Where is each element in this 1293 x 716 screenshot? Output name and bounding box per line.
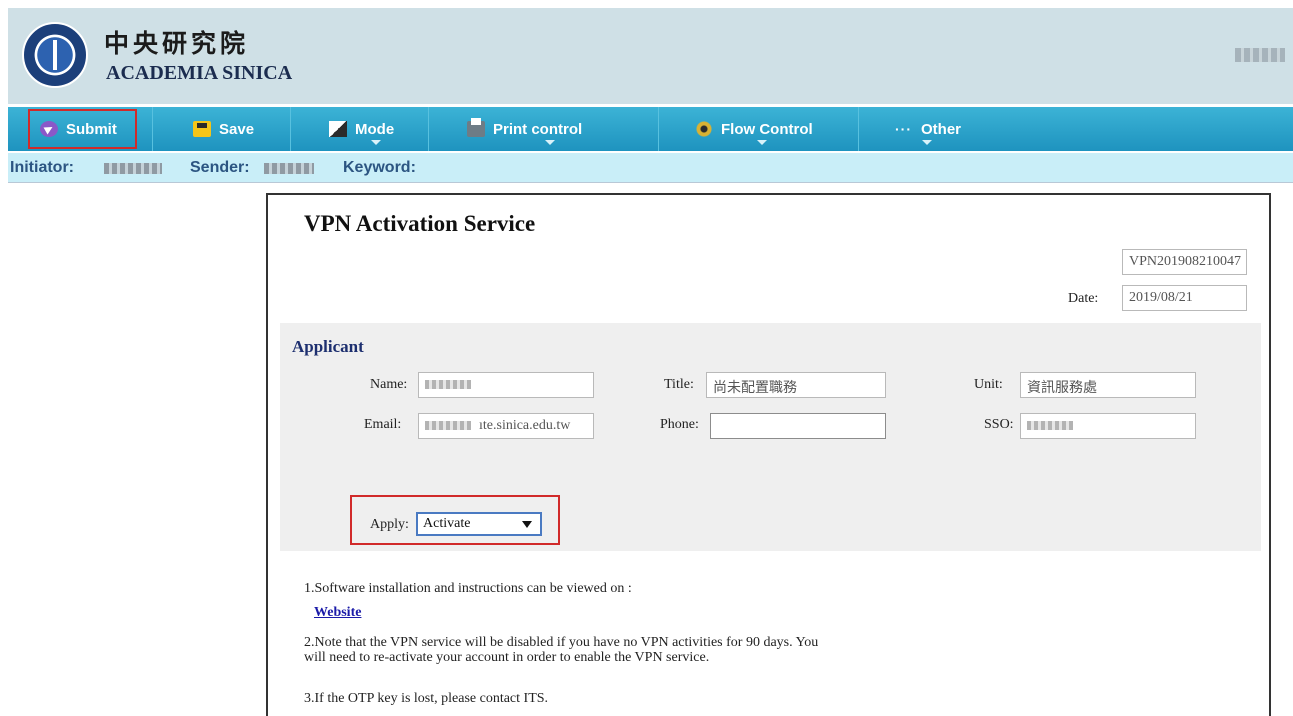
document-info-bar: Initiator: Sender: Keyword: — [8, 153, 1293, 183]
title-field: 尚未配置職務 — [706, 372, 886, 398]
chevron-down-icon — [757, 140, 767, 145]
printer-icon — [467, 118, 485, 137]
app-header: 中央研究院 ACADEMIA SINICA — [8, 8, 1293, 104]
chevron-down-icon — [922, 140, 932, 145]
dropdown-arrow-icon — [522, 521, 532, 528]
user-name-redacted — [1235, 48, 1285, 62]
email-field: ıte.sinica.edu.tw — [418, 413, 594, 439]
flow-control-menu[interactable]: Flow Control — [659, 107, 859, 151]
website-link[interactable]: Website — [314, 605, 361, 621]
apply-label: Apply: — [370, 517, 409, 532]
applicant-section-title: Applicant — [292, 337, 364, 356]
print-control-menu[interactable]: Print control — [429, 107, 659, 151]
note-1: 1.Software installation and instructions… — [304, 581, 632, 596]
email-redacted — [425, 421, 471, 431]
unit-label: Unit: — [974, 377, 1003, 392]
print-control-label: Print control — [493, 120, 583, 138]
floppy-disk-icon — [193, 121, 211, 137]
note-3: 3.If the OTP key is lost, please contact… — [304, 691, 549, 706]
mode-menu[interactable]: Mode — [291, 107, 429, 151]
applicant-section: Applicant Name: Title: 尚未配置職務 Unit: 資訊服務… — [280, 323, 1261, 551]
phone-label: Phone: — [660, 417, 699, 432]
date-field: 2019/08/21 — [1122, 285, 1247, 311]
gear-icon — [695, 121, 713, 137]
academia-sinica-seal-icon — [22, 22, 88, 88]
sso-redacted — [1027, 421, 1073, 431]
keyword-label: Keyword: — [343, 159, 416, 176]
apply-selected-value: Activate — [423, 516, 471, 531]
logo-english-name: ACADEMIA SINICA — [106, 62, 293, 84]
note-2-line-1: 2.Note that the VPN service will be disa… — [304, 635, 819, 650]
vpn-form: VPN Activation Service VPN201908210047 D… — [266, 193, 1271, 716]
sender-label: Sender: — [190, 159, 250, 176]
sso-field — [1020, 413, 1196, 439]
unit-field: 資訊服務處 — [1020, 372, 1196, 398]
title-label: Title: — [664, 377, 694, 392]
initiator-label: Initiator: — [10, 159, 74, 176]
submit-highlight-box — [28, 109, 137, 149]
name-field — [418, 372, 594, 398]
sender-name-redacted — [264, 163, 314, 174]
chevron-down-icon — [545, 140, 555, 145]
save-label: Save — [219, 120, 255, 138]
name-redacted — [425, 380, 471, 390]
form-number-field: VPN201908210047 — [1122, 249, 1247, 275]
other-menu[interactable]: ··· Other — [859, 107, 979, 151]
chevron-down-icon — [371, 140, 381, 145]
flow-control-label: Flow Control — [721, 120, 813, 138]
email-domain: ıte.sinica.edu.tw — [479, 418, 571, 433]
mode-label: Mode — [355, 120, 395, 138]
ellipsis-icon: ··· — [895, 121, 912, 137]
note-2-line-2: will need to re-activate your account in… — [304, 650, 710, 665]
email-label: Email: — [364, 417, 402, 432]
sso-label: SSO: — [984, 417, 1014, 432]
main-toolbar: Submit Save Mode Print control Flow Cont… — [8, 107, 1293, 151]
initiator-name-redacted — [104, 163, 162, 174]
mode-icon — [329, 121, 347, 137]
phone-input[interactable] — [710, 413, 886, 439]
save-button[interactable]: Save — [153, 107, 291, 151]
other-label: Other — [921, 120, 962, 138]
name-label: Name: — [370, 377, 408, 392]
apply-select[interactable]: Activate — [416, 512, 542, 536]
form-title: VPN Activation Service — [304, 211, 536, 236]
logo-chinese-name: 中央研究院 — [104, 29, 250, 58]
date-label: Date: — [1068, 291, 1099, 306]
